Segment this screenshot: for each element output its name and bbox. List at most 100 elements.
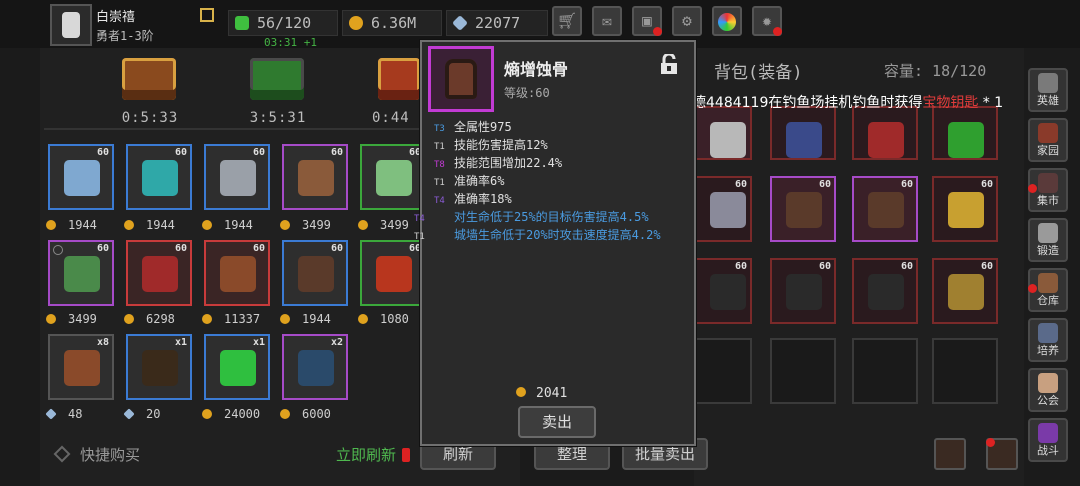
potion-filter-button[interactable] (986, 438, 1018, 470)
nav-train[interactable]: 培养 (1028, 318, 1068, 362)
bag-item-slot[interactable]: 60 (852, 176, 918, 242)
gold-coin-icon (358, 314, 368, 324)
color-wheel-button[interactable] (712, 6, 742, 36)
effects-button[interactable]: ✹ (752, 6, 782, 36)
nav-label: 锻造 (1037, 244, 1059, 257)
bag-item-slot[interactable]: 60 (770, 258, 836, 324)
shop-item-slot[interactable]: x1 (204, 334, 270, 400)
nav-forge[interactable]: 锻造 (1028, 218, 1068, 262)
item-name: 熵增蚀骨 (504, 60, 569, 79)
mail-button[interactable]: ✉ (592, 6, 622, 36)
gamepad-button[interactable]: ▣ (632, 6, 662, 36)
bag-item-slot[interactable] (694, 106, 752, 160)
shop-item-slot[interactable]: 60 (282, 240, 348, 306)
gold-coin-icon (280, 220, 290, 230)
nav-home[interactable]: 家园 (1028, 118, 1068, 162)
item-price-value: 1080 (380, 312, 409, 326)
item-level-badge: 60 (174, 243, 187, 254)
refresh-now-link[interactable]: 立即刷新 (336, 444, 396, 465)
necklace-icon (868, 274, 904, 310)
nav-battle[interactable]: 战斗 (1028, 418, 1068, 462)
shop-item-slot[interactable]: x8 (48, 334, 114, 400)
nav-label: 仓库 (1037, 294, 1059, 307)
nav-label: 公会 (1037, 394, 1059, 407)
forge-icon (1038, 223, 1058, 243)
stat-text: 城墙生命低于20%时攻击速度提高4.2% (454, 228, 661, 242)
nav-warehouse[interactable]: 仓库 (1028, 268, 1068, 312)
shop-item-slot[interactable]: 60 (48, 240, 114, 306)
shop-item-slot[interactable]: 60 (48, 144, 114, 210)
bag-title: 背包(装备) (714, 63, 803, 83)
empty-bag-slot[interactable] (770, 338, 836, 404)
diamond-icon (123, 408, 135, 420)
crystal-icon (220, 350, 256, 386)
gem-value: 22077 (475, 14, 521, 32)
notification-dot (986, 438, 995, 447)
item-level-badge: 60 (252, 147, 265, 158)
shop-item-slot[interactable]: 60 (204, 240, 270, 306)
shop-item-slot[interactable]: 60 (126, 240, 192, 306)
bag-item-slot[interactable]: 60 (694, 176, 752, 242)
treasure-chest-red[interactable] (378, 58, 420, 100)
market-icon (1038, 173, 1058, 193)
color-wheel-icon (718, 12, 736, 31)
stat-tier: T4 (434, 196, 445, 206)
bracelet-icon (948, 192, 984, 228)
item-level-badge: 60 (980, 179, 993, 190)
bag-item-slot[interactable]: 60 (932, 176, 998, 242)
item-level-badge: 60 (252, 243, 265, 254)
item-price: 20 (123, 407, 196, 421)
shop-item-slot[interactable]: 60 (360, 144, 426, 210)
bag-item-slot[interactable]: 60 (770, 176, 836, 242)
shop-item-slot[interactable]: 60 (282, 144, 348, 210)
empty-bag-slot[interactable] (932, 338, 998, 404)
empty-bag-slot[interactable] (852, 338, 918, 404)
item-price-value: 1944 (302, 312, 331, 326)
bag-item-slot[interactable]: 60 (694, 258, 752, 324)
item-price: 3499 (280, 218, 352, 232)
empty-bag-slot[interactable] (694, 338, 752, 404)
bag-item-slot[interactable] (852, 106, 918, 160)
treasure-chest-brown[interactable] (122, 58, 176, 100)
diamond-icon (452, 15, 468, 31)
gold-value: 6.36M (371, 14, 417, 32)
player-avatar[interactable] (50, 4, 92, 46)
energy-value: 56/120 (257, 14, 312, 32)
helmet-icon (64, 256, 100, 292)
shop-item-slot[interactable]: 60 (204, 144, 270, 210)
gold-coin-icon (280, 409, 290, 419)
shop-item-slot[interactable]: x2 (282, 334, 348, 400)
bag-item-slot[interactable]: 60 (852, 258, 918, 324)
chest-timer: 3:5:31 (249, 110, 307, 126)
chest-icon (298, 350, 334, 386)
shop-item-slot[interactable]: 60 (126, 144, 192, 210)
settings-gear-button[interactable]: ⚙ (672, 6, 702, 36)
nav-hero[interactable]: 英雄 (1028, 68, 1068, 112)
necklace-icon (710, 274, 746, 310)
quick-buy-label[interactable]: 快捷购买 (80, 444, 140, 465)
bag-item-slot[interactable] (932, 106, 998, 160)
shop-item-slot[interactable]: x1 (126, 334, 192, 400)
item-level-badge: x8 (96, 337, 109, 348)
item-price-value: 20 (146, 407, 161, 421)
gold-coin-icon (202, 220, 212, 230)
item-price: 1944 (124, 218, 196, 232)
gold-coin-icon (280, 314, 290, 324)
bag-item-slot[interactable] (770, 106, 836, 160)
player-name: 白崇禧 (96, 10, 136, 25)
shop-item-slot[interactable]: 60 (360, 240, 426, 306)
item-level: 等级:60 (504, 86, 550, 100)
treasure-chest-green[interactable] (250, 58, 304, 100)
nav-market[interactable]: 集市 (1028, 168, 1068, 212)
edit-name-icon[interactable] (200, 8, 214, 22)
nav-guild[interactable]: 公会 (1028, 368, 1068, 412)
unlock-icon[interactable] (660, 54, 678, 74)
gem-counter: 22077 (446, 10, 548, 36)
armor-filter-button[interactable] (934, 438, 966, 470)
bag-item-slot[interactable]: 60 (932, 258, 998, 324)
alert-icon (402, 448, 410, 462)
item-level-badge: x1 (174, 337, 187, 348)
item-price-value: 6000 (302, 407, 331, 421)
sell-button[interactable]: 卖出 (518, 406, 596, 438)
shop-cart-button[interactable]: 🛒︎ (552, 6, 582, 36)
